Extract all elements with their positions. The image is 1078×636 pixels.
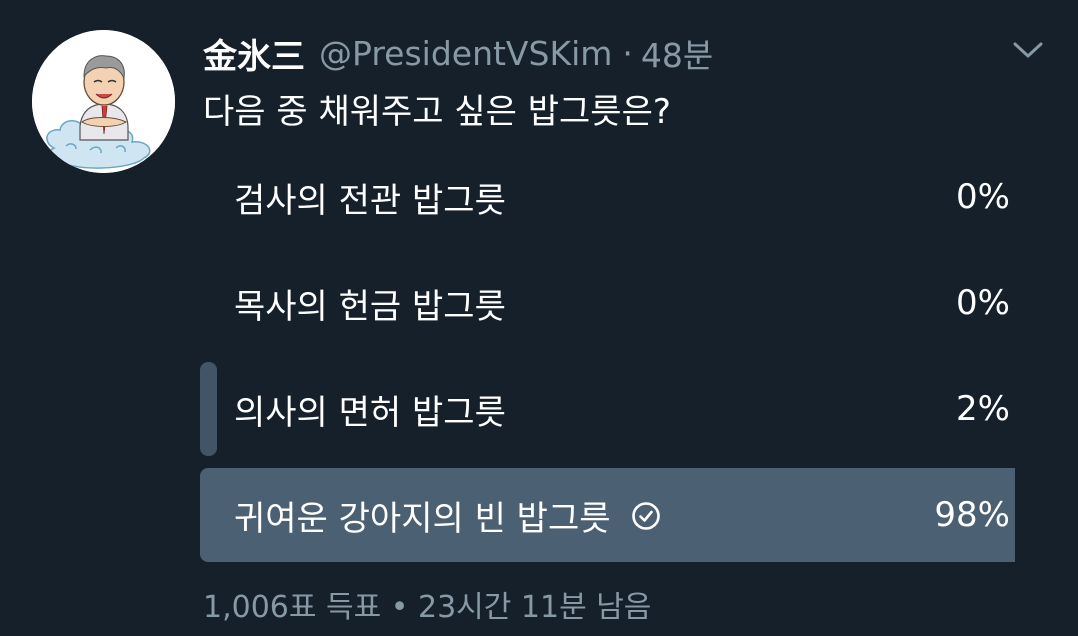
tweet-header: 金氷三 @PresidentVSKim · 48분 bbox=[203, 29, 713, 78]
poll-option-label-wrap: 귀여운 강아지의 빈 밥그릇 bbox=[234, 468, 661, 562]
tweet-time[interactable]: 48분 bbox=[641, 29, 713, 77]
chevron-down-icon[interactable] bbox=[1010, 35, 1046, 65]
poll-option-label: 의사의 면허 밥그릇 bbox=[234, 392, 506, 433]
poll: 검사의 전관 밥그릇 0% 목사의 헌금 밥그릇 0% 의사의 면허 밥그릇 2… bbox=[200, 150, 1032, 574]
poll-option[interactable]: 목사의 헌금 밥그릇 0% bbox=[200, 256, 1032, 350]
poll-option-percent: 0% bbox=[956, 177, 1010, 217]
poll-option-percent: 0% bbox=[956, 283, 1010, 323]
tweet: 金氷三 @PresidentVSKim · 48분 다음 중 채워주고 싶은 밥… bbox=[0, 0, 1078, 636]
cartoon-portrait-avatar-icon bbox=[32, 30, 175, 173]
poll-option-label: 검사의 전관 밥그릇 bbox=[234, 180, 506, 221]
poll-option-percent: 2% bbox=[956, 389, 1010, 429]
separator-dot: · bbox=[622, 33, 633, 73]
avatar[interactable] bbox=[32, 30, 175, 173]
poll-option-bar bbox=[200, 362, 217, 456]
check-circle-icon bbox=[631, 500, 661, 530]
poll-option-percent: 98% bbox=[934, 495, 1010, 535]
tweet-text: 다음 중 채워주고 싶은 밥그릇은? bbox=[203, 92, 671, 132]
poll-option-winner[interactable]: 귀여운 강아지의 빈 밥그릇 98% bbox=[200, 468, 1032, 562]
user-handle[interactable]: @PresidentVSKim bbox=[319, 34, 612, 73]
poll-option[interactable]: 검사의 전관 밥그릇 0% bbox=[200, 150, 1032, 244]
poll-option-label: 귀여운 강아지의 빈 밥그릇 bbox=[234, 498, 611, 539]
display-name[interactable]: 金氷三 bbox=[203, 29, 305, 78]
poll-option-label: 목사의 헌금 밥그릇 bbox=[234, 286, 506, 327]
poll-option[interactable]: 의사의 면허 밥그릇 2% bbox=[200, 362, 1032, 456]
poll-footer: 1,006표 득표 • 23시간 11분 남음 bbox=[203, 590, 652, 625]
